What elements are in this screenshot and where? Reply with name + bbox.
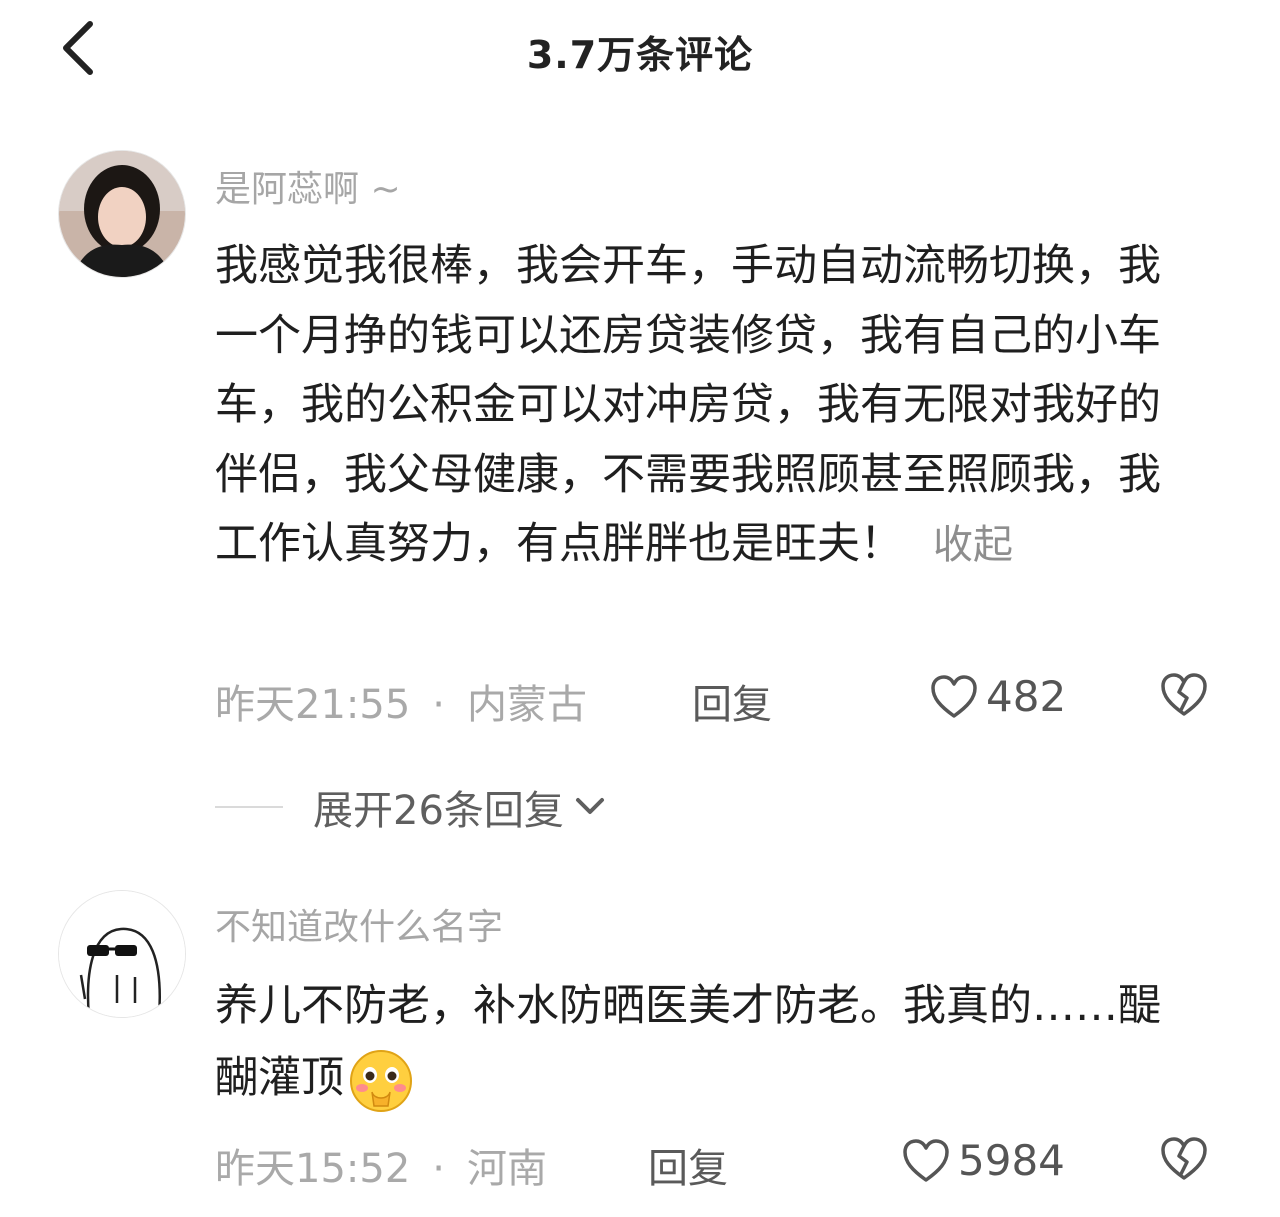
comment-username[interactable]: 是阿蕊啊 ~ xyxy=(215,160,401,212)
like-count: 482 xyxy=(986,672,1067,721)
broken-heart-icon xyxy=(1161,673,1207,716)
comment-location: 河南 xyxy=(467,1146,547,1192)
comment-meta: 昨天21:55 · 内蒙古 xyxy=(215,672,587,730)
top-bar: 3.7万条评论 xyxy=(0,0,1280,100)
meta-separator: · xyxy=(432,1146,445,1192)
shy-blush-emoji xyxy=(348,1048,414,1114)
broken-heart-icon xyxy=(1161,1137,1207,1180)
divider-line xyxy=(215,806,283,808)
avatar[interactable] xyxy=(58,150,186,278)
heart-icon xyxy=(903,1138,949,1182)
comment-text: 我感觉我很棒，我会开车，手动自动流畅切换，我一个月挣的钱可以还房贷装修贷，我有自… xyxy=(215,241,1161,569)
dislike-button[interactable] xyxy=(1160,1136,1208,1186)
avatar[interactable] xyxy=(58,890,186,1018)
heart-icon xyxy=(931,674,977,718)
comment-time: 昨天21:55 xyxy=(215,682,411,728)
comment-username[interactable]: 不知道改什么名字 xyxy=(215,898,503,950)
page-title: 3.7万条评论 xyxy=(526,33,754,77)
comment-meta: 昨天15:52 · 河南 xyxy=(215,1136,547,1194)
like-button[interactable]: 5984 xyxy=(902,1136,1065,1185)
comment-location: 内蒙古 xyxy=(467,682,587,728)
dislike-button[interactable] xyxy=(1160,672,1208,722)
collapse-link[interactable]: 收起 xyxy=(933,522,1013,568)
expand-replies-label: 展开26条回复 xyxy=(313,788,564,834)
like-button[interactable]: 482 xyxy=(930,672,1066,721)
comment-time: 昨天15:52 xyxy=(215,1146,411,1192)
like-count: 5984 xyxy=(958,1136,1065,1185)
expand-replies-button[interactable]: 展开26条回复 xyxy=(215,778,608,836)
comment-text-container: 养儿不防老，补水防晒医美才防老。我真的……醍醐灌顶 xyxy=(215,970,1200,1114)
chevron-down-icon xyxy=(575,798,604,814)
meta-separator: · xyxy=(432,682,445,728)
comment-text-container: 我感觉我很棒，我会开车，手动自动流畅切换，我一个月挣的钱可以还房贷装修贷，我有自… xyxy=(215,232,1200,581)
reply-button[interactable]: 回复 xyxy=(648,1136,728,1194)
reply-button[interactable]: 回复 xyxy=(692,672,772,730)
